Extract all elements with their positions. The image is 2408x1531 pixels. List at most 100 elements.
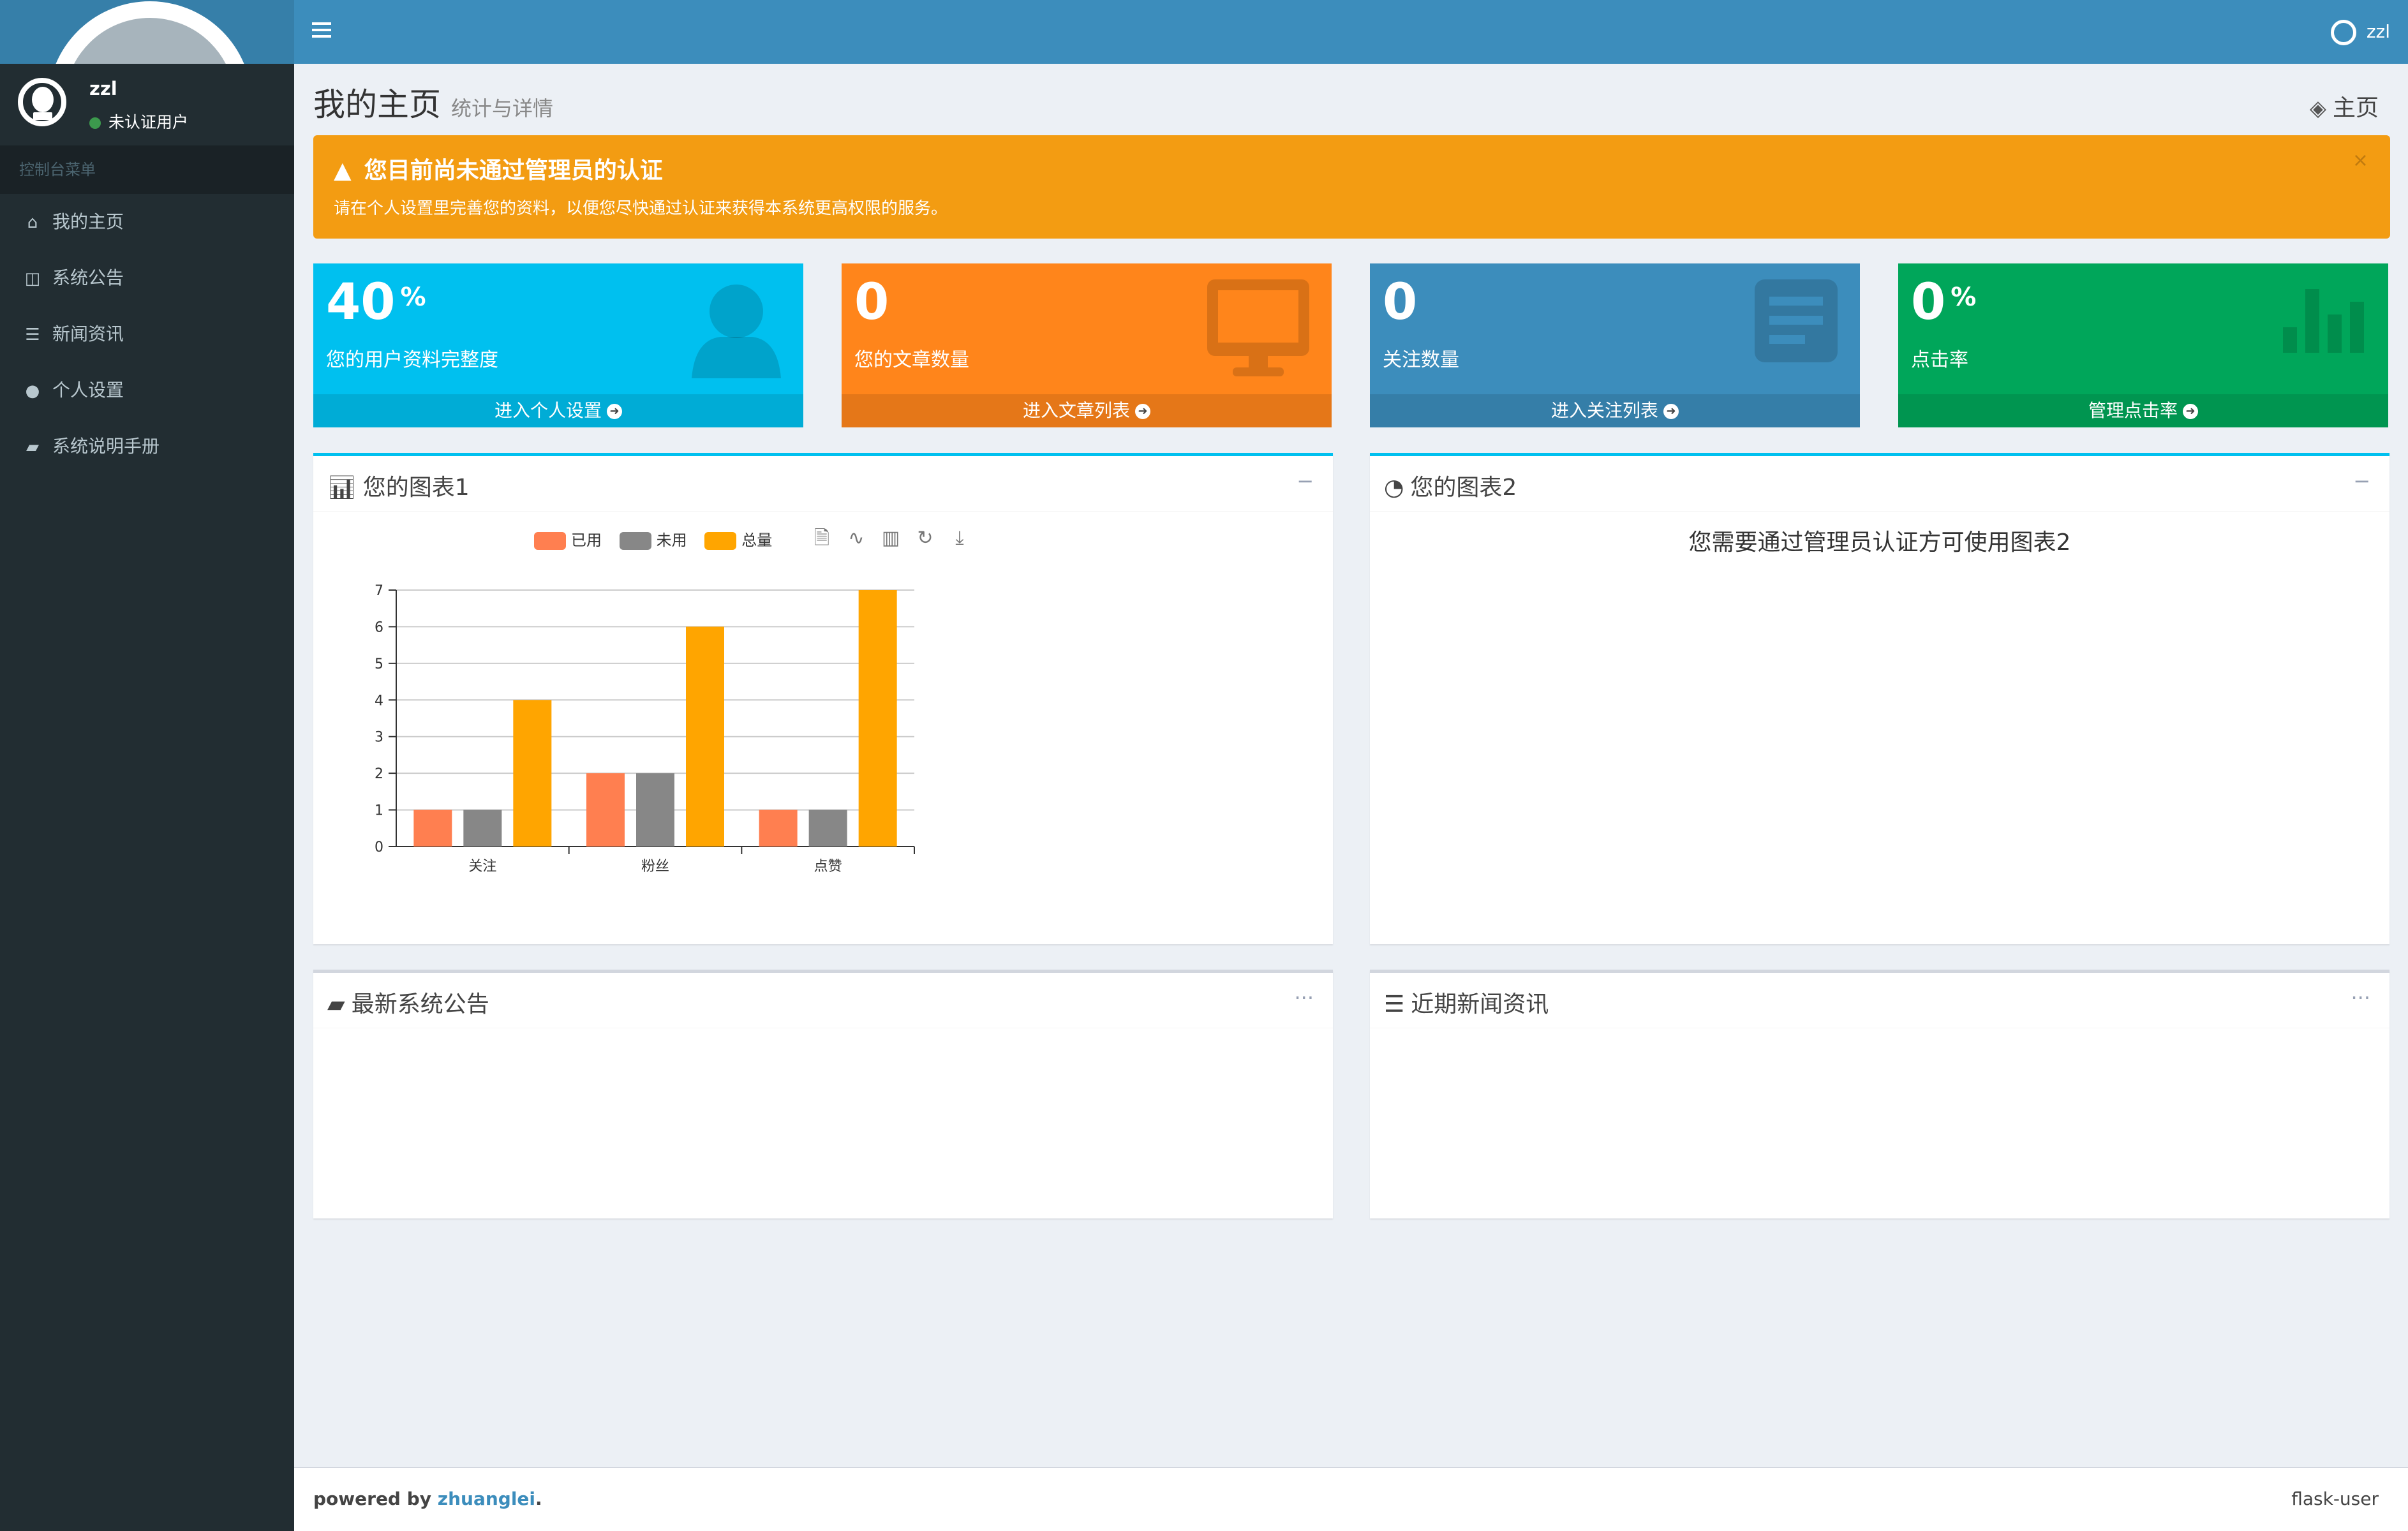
y-tick-label: 1 (375, 803, 383, 819)
x-tick-label: 关注 (468, 859, 496, 875)
data-view-icon[interactable]: 🗎︎ (811, 528, 833, 549)
user-silhouette-icon (692, 285, 781, 378)
bar (463, 810, 502, 847)
more-button[interactable]: ··· (2351, 986, 2370, 1010)
stat-unit: % (400, 283, 426, 312)
avatar (18, 78, 66, 126)
stat-footer-link[interactable]: 进入文章列表 ➜ (842, 394, 1332, 427)
legend-label: 总量 (741, 531, 773, 549)
download-icon[interactable]: ⤓ (949, 528, 970, 549)
main-content: 我的主页 统计与详情 ◈ 主页 ▲ 您目前尚未通过管理员的认证 请在个人设置里完善您的… (294, 64, 2408, 1467)
x-tick-label: 点赞 (814, 859, 842, 875)
chart-toolbox: 🗎︎ ∿ ▥ ↻ ⤓ (811, 528, 983, 549)
bar (513, 700, 552, 847)
box-title: ☰ 近期新闻资讯 (1384, 986, 1549, 1019)
box-title: 📊︎ 您的图表1 (327, 469, 470, 502)
footer-powered-text: powered by (313, 1488, 432, 1509)
user-panel: zzl 未认证用户 (0, 64, 294, 145)
box-title-label: 近期新闻资讯 (1411, 991, 1549, 1017)
y-tick-label: 4 (375, 693, 383, 709)
legend-item[interactable]: 未用 (619, 528, 687, 550)
news-box: ☰ 近期新闻资讯 ··· (1370, 970, 2389, 1218)
stat-link-label: 进入个人设置 (494, 400, 602, 421)
user-name: zzl (89, 78, 117, 100)
legend-label: 已用 (571, 531, 602, 549)
stat-unit: % (1951, 283, 1977, 312)
stat-link-label: 进入关注列表 (1550, 400, 1658, 421)
footer-suffix: . (535, 1488, 542, 1509)
sidebar-item-label: 系统公告 (52, 267, 124, 288)
legend-item[interactable]: 总量 (704, 528, 772, 550)
sidebar-item-label: 新闻资讯 (52, 323, 124, 344)
footer-app-name: flask-user (2291, 1488, 2379, 1509)
legend-label: 未用 (656, 531, 687, 549)
stat-footer-link[interactable]: 管理点击率 ➜ (1898, 394, 2388, 427)
stat-value: 0% (1911, 274, 1977, 331)
breadcrumb-label: 主页 (2332, 95, 2379, 121)
box-title: ▰ 最新系统公告 (327, 986, 489, 1019)
author-link[interactable]: zhuanglei (438, 1488, 535, 1509)
sidebar-item-settings[interactable]: ● 个人设置 (0, 362, 294, 418)
alert-title-row: ▲ 您目前尚未通过管理员的认证 (334, 152, 2370, 185)
top-navbar: zzl (294, 0, 2408, 64)
logo[interactable] (0, 0, 294, 64)
bar (413, 810, 452, 847)
chart1-box: 📊︎ 您的图表1 − 已用 未用 总量 🗎︎ ∿ ▥ ↻ ⤓ 0 1 2 3 4 5 6 7 关注 粉丝 点赞 (313, 453, 1333, 944)
user-status-label: 未认证用户 (108, 113, 189, 131)
stat-footer-link[interactable]: 进入个人设置 ➜ (313, 394, 803, 427)
user-menu[interactable]: zzl (2330, 16, 2390, 48)
box-title: ◔ 您的图表2 (1384, 469, 1517, 502)
bar (759, 810, 798, 847)
breadcrumb[interactable]: ◈ 主页 (2310, 89, 2379, 122)
announcement-icon: ◫ (24, 269, 41, 288)
stat-label: 点击率 (1911, 349, 1968, 371)
collapse-button[interactable]: − (2353, 469, 2370, 493)
bar-switch-icon[interactable]: ▥ (880, 528, 902, 549)
stat-box-profile: 40% 您的用户资料完整度 进入个人设置 ➜ (313, 263, 803, 427)
news-icon: ☰ (25, 325, 40, 344)
more-button[interactable]: ··· (1294, 986, 1314, 1010)
y-tick-label: 3 (375, 730, 383, 746)
collapse-button[interactable]: − (1297, 469, 1314, 493)
box-title-label: 最新系统公告 (351, 991, 489, 1017)
sidebar-item-news[interactable]: ☰ 新闻资讯 (0, 306, 294, 362)
list-icon (1755, 279, 1838, 362)
sidebar: zzl 未认证用户 控制台菜单 ⌂ 我的主页 ◫ 系统公告 ☰ 新闻资讯 ● 个人设置 … (0, 0, 294, 1531)
legend-swatch (534, 532, 566, 550)
close-icon[interactable]: × (2352, 149, 2368, 172)
legend-swatch (704, 532, 737, 550)
box-header: 📊︎ 您的图表1 − (313, 456, 1333, 512)
footer-credit: powered by zhuanglei. (313, 1468, 542, 1530)
sidebar-item-home[interactable]: ⌂ 我的主页 (0, 194, 294, 250)
refresh-icon[interactable]: ↻ (914, 528, 936, 549)
stat-footer-link[interactable]: 进入关注列表 ➜ (1370, 394, 1860, 427)
stat-box-follows: 0 关注数量 进入关注列表 ➜ (1370, 263, 1860, 427)
bar (586, 773, 625, 847)
stat-box-articles: 0 您的文章数量 进入文章列表 ➜ (842, 263, 1332, 427)
bar (686, 626, 724, 847)
y-tick-label: 0 (375, 839, 383, 855)
sidebar-toggle-icon[interactable] (312, 22, 331, 38)
sidebar-item-announcement[interactable]: ◫ 系统公告 (0, 250, 294, 306)
stat-label: 您的用户资料完整度 (326, 349, 498, 371)
stat-value: 40% (326, 274, 426, 331)
stat-box-clickrate: 0% 点击率 管理点击率 ➜ (1898, 263, 2388, 427)
tags-icon: ◈ (2309, 96, 2326, 121)
logo-ring-image (48, 1, 252, 64)
arrow-circle-right-icon: ➜ (607, 404, 622, 419)
status-dot-icon (89, 117, 101, 129)
bar-chart-icon: 📊︎ (327, 475, 357, 501)
sidebar-item-label: 我的主页 (52, 211, 124, 232)
chart2-box: ◔ 您的图表2 − 您需要通过管理员认证方可使用图表2 (1370, 453, 2389, 944)
alert-message: 请在个人设置里完善您的资料，以便您尽快通过认证来获得本系统更高权限的服务。 (334, 199, 948, 218)
avatar (2330, 20, 2356, 45)
book-icon: ▰ (327, 991, 345, 1017)
legend-item[interactable]: 已用 (534, 528, 602, 550)
y-tick-label: 7 (375, 583, 383, 599)
y-tick-label: 6 (375, 619, 383, 635)
line-chart-icon[interactable]: ∿ (845, 528, 867, 549)
page-title: 我的主页 (313, 86, 441, 123)
stat-value: 0 (1383, 274, 1418, 331)
sidebar-item-manual[interactable]: ▰ 系统说明手册 (0, 418, 294, 475)
box-title-label: 您的图表2 (1410, 475, 1517, 501)
